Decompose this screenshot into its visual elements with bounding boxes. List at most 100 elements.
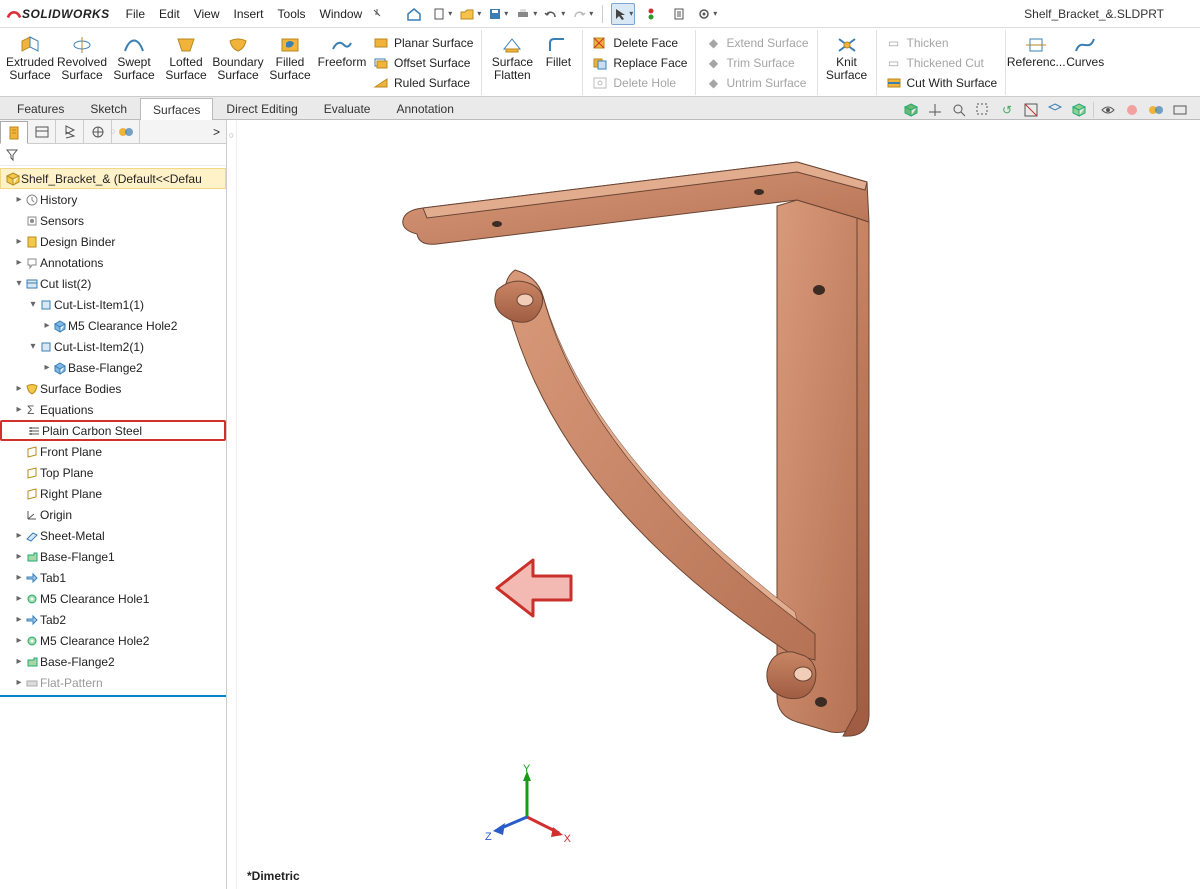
cmd-cut-with-surface[interactable]: Cut With Surface (881, 74, 1002, 92)
cmd-planar-surface[interactable]: Planar Surface (368, 34, 477, 52)
fm-tab-config-icon[interactable] (56, 120, 84, 143)
cmd-knit-surface[interactable]: Knit Surface (822, 32, 872, 82)
tree-item-origin[interactable]: Origin (0, 504, 226, 525)
hud-orientation-icon[interactable] (1045, 101, 1065, 119)
cmd-replace-face[interactable]: Replace Face (587, 54, 691, 72)
tab-surfaces[interactable]: Surfaces (140, 98, 213, 120)
menu-window[interactable]: Window (320, 7, 363, 21)
print-icon[interactable] (514, 3, 538, 25)
tree-item-sheet-metal[interactable]: ▸Sheet-Metal (0, 525, 226, 546)
tab-annotation[interactable]: Annotation (383, 97, 466, 119)
twisty-icon[interactable]: ▸ (14, 236, 24, 247)
menu-view[interactable]: View (194, 7, 220, 21)
twisty-icon[interactable]: ▾ (28, 299, 38, 310)
cmd-boundary-surface[interactable]: Boundary Surface (212, 32, 264, 82)
menu-tools[interactable]: Tools (278, 7, 306, 21)
cmd-swept-surface[interactable]: Swept Surface (108, 32, 160, 82)
new-doc-icon[interactable] (430, 3, 454, 25)
splitter[interactable]: ○ (227, 120, 237, 889)
cmd-delete-hole[interactable]: Delete Hole (587, 74, 691, 92)
twisty-icon[interactable]: ▸ (14, 383, 24, 394)
tree-item-surface-bodies[interactable]: ▸Surface Bodies (0, 378, 226, 399)
panel-gripper-icon[interactable]: ○ (110, 126, 115, 136)
twisty-icon[interactable]: ▸ (14, 194, 24, 205)
select-icon[interactable] (611, 3, 635, 25)
twisty-icon[interactable]: ▸ (42, 320, 52, 331)
hud-prev-view-icon[interactable]: ↺ (997, 101, 1017, 119)
tree-item-cut-list-item1-1-[interactable]: ▾Cut-List-Item1(1) (0, 294, 226, 315)
cmd-lofted-surface[interactable]: Lofted Surface (160, 32, 212, 82)
twisty-icon[interactable]: ▸ (14, 614, 24, 625)
cmd-delete-face[interactable]: Delete Face (587, 34, 691, 52)
twisty-icon[interactable]: ▸ (14, 530, 24, 541)
tree-item-cut-list-item2-1-[interactable]: ▾Cut-List-Item2(1) (0, 336, 226, 357)
tree-root[interactable]: Shelf_Bracket_& (Default<<Defau (0, 168, 226, 189)
tree-item-cut-list-2-[interactable]: ▾Cut list(2) (0, 273, 226, 294)
hud-section-icon[interactable] (1021, 101, 1041, 119)
tree-item-base-flange2[interactable]: ▸Base-Flange2 (0, 651, 226, 672)
twisty-icon[interactable]: ▸ (14, 656, 24, 667)
hud-zoom-area-icon[interactable] (973, 101, 993, 119)
twisty-icon[interactable]: ▸ (14, 677, 24, 688)
tree-item-right-plane[interactable]: Right Plane (0, 483, 226, 504)
cmd-thickened-cut[interactable]: ▭Thickened Cut (881, 54, 1002, 72)
tree-item-flat-pattern[interactable]: ▸Flat-Pattern (0, 672, 226, 693)
tree-item-base-flange2[interactable]: ▸Base-Flange2 (0, 357, 226, 378)
twisty-icon[interactable]: ▾ (28, 341, 38, 352)
tree-item-plain-carbon-steel[interactable]: Plain Carbon Steel (0, 420, 226, 441)
feature-tree[interactable]: Shelf_Bracket_& (Default<<Defau ▸History… (0, 166, 226, 889)
tree-item-m5-clearance-hole1[interactable]: ▸M5 Clearance Hole1 (0, 588, 226, 609)
cmd-ruled-surface[interactable]: Ruled Surface (368, 74, 477, 92)
cmd-extruded-surface[interactable]: Extruded Surface (4, 32, 56, 82)
hud-display-style-icon[interactable] (1069, 101, 1089, 119)
options-icon[interactable] (695, 3, 719, 25)
tree-item-annotations[interactable]: ▸Annotations (0, 252, 226, 273)
tab-sketch[interactable]: Sketch (77, 97, 140, 119)
cmd-reference-geometry[interactable]: Referenc... (1010, 32, 1062, 69)
hud-zoom-icon[interactable] (949, 101, 969, 119)
cmd-fillet[interactable]: Fillet (538, 32, 578, 69)
fm-tab-display-icon[interactable] (112, 120, 140, 143)
twisty-icon[interactable]: ▸ (14, 551, 24, 562)
tree-item-sensors[interactable]: Sensors (0, 210, 226, 231)
tree-item-top-plane[interactable]: Top Plane (0, 462, 226, 483)
tree-item-design-binder[interactable]: ▸Design Binder (0, 231, 226, 252)
fm-tab-property-icon[interactable] (28, 120, 56, 143)
save-icon[interactable] (486, 3, 510, 25)
hud-origin-icon[interactable] (925, 101, 945, 119)
tree-item-tab1[interactable]: ▸Tab1 (0, 567, 226, 588)
cmd-offset-surface[interactable]: Offset Surface (368, 54, 477, 72)
twisty-icon[interactable]: ▾ (14, 278, 24, 289)
pin-icon[interactable] (372, 7, 382, 21)
tab-direct-editing[interactable]: Direct Editing (213, 97, 310, 119)
open-icon[interactable] (458, 3, 482, 25)
rollback-bar[interactable] (0, 695, 226, 697)
hud-edit-appearance-icon[interactable] (1122, 101, 1142, 119)
menu-file[interactable]: File (126, 7, 145, 21)
fm-tab-dimxpert-icon[interactable] (84, 120, 112, 143)
tree-item-m5-clearance-hole2[interactable]: ▸M5 Clearance Hole2 (0, 315, 226, 336)
twisty-icon[interactable]: ▸ (14, 593, 24, 604)
feature-filter-row[interactable] (0, 144, 226, 166)
tree-item-m5-clearance-hole2[interactable]: ▸M5 Clearance Hole2 (0, 630, 226, 651)
twisty-icon[interactable]: ▸ (14, 404, 24, 415)
orientation-triad[interactable]: Y X Z (487, 767, 567, 847)
cmd-untrim-surface[interactable]: ◆Untrim Surface (700, 74, 812, 92)
graphics-area[interactable]: Y X Z *Dimetric (237, 120, 1200, 889)
cmd-thicken[interactable]: ▭Thicken (881, 34, 1002, 52)
tree-item-tab2[interactable]: ▸Tab2 (0, 609, 226, 630)
fm-tab-more-icon[interactable]: > (207, 125, 226, 139)
redo-icon[interactable] (570, 3, 594, 25)
cmd-trim-surface[interactable]: ◆Trim Surface (700, 54, 812, 72)
hud-cube-icon[interactable] (901, 101, 921, 119)
rebuild-icon[interactable] (639, 3, 663, 25)
twisty-icon[interactable]: ▸ (14, 572, 24, 583)
undo-icon[interactable] (542, 3, 566, 25)
twisty-icon[interactable]: ▸ (42, 362, 52, 373)
cmd-revolved-surface[interactable]: Revolved Surface (56, 32, 108, 82)
cmd-surface-flatten[interactable]: Surface Flatten (486, 32, 538, 82)
cmd-curves[interactable]: Curves (1062, 32, 1108, 69)
hud-hide-show-icon[interactable] (1098, 101, 1118, 119)
cmd-extend-surface[interactable]: ◆Extend Surface (700, 34, 812, 52)
fm-tab-tree-icon[interactable] (0, 121, 28, 144)
